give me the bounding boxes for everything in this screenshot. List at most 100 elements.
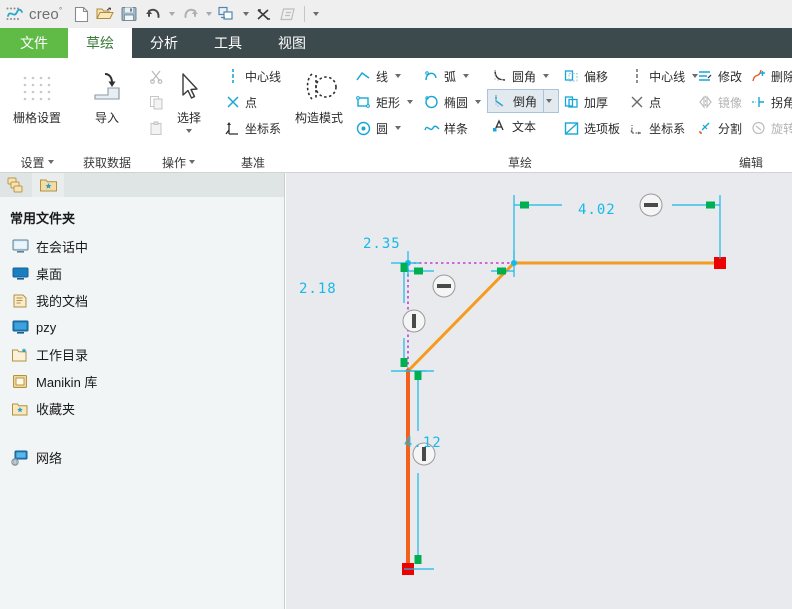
- nav-item-my-documents[interactable]: 我的文档: [0, 287, 284, 314]
- line-dropdown-icon[interactable]: [392, 74, 403, 78]
- window-icon[interactable]: [277, 3, 299, 25]
- grid-settings-icon: [19, 67, 55, 107]
- nav-item-desktop[interactable]: 桌面: [0, 260, 284, 287]
- nav-item-manikin-library[interactable]: Manikin 库: [0, 368, 284, 395]
- datum-centerline-label: 中心线: [245, 69, 282, 84]
- rectangle-label: 矩形: [376, 95, 401, 110]
- sketch-canvas[interactable]: 4.02 2.35 2.18 4.12: [286, 173, 792, 609]
- constraint-symbol-2-18[interactable]: [402, 309, 426, 333]
- constraint-symbol-2-35[interactable]: [432, 274, 456, 298]
- coordinate-system-icon: [224, 120, 241, 137]
- rectangle-dropdown-icon[interactable]: [404, 100, 415, 104]
- offset-button[interactable]: 偏移: [559, 63, 624, 89]
- sketch-column-4: 偏移 加厚 选项板: [559, 63, 624, 141]
- select-button[interactable]: 选择: [167, 63, 211, 133]
- save-icon[interactable]: [118, 3, 140, 25]
- circle-dropdown-icon[interactable]: [392, 126, 403, 130]
- constraint-symbol-horizontal[interactable]: [639, 193, 663, 217]
- sketch-point-label: 点: [649, 95, 662, 110]
- tab-sketch[interactable]: 草绘: [68, 28, 132, 58]
- ribbon-group-get-data-title: 获取数据: [74, 152, 140, 172]
- redo-dropdown-icon[interactable]: [203, 3, 214, 25]
- navigator-title: 常用文件夹: [10, 211, 76, 226]
- nav-item-favorites[interactable]: 收藏夹: [0, 395, 284, 422]
- undo-dropdown-icon[interactable]: [166, 3, 177, 25]
- paste-button[interactable]: [146, 115, 167, 141]
- select-dropdown-icon[interactable]: [186, 129, 192, 133]
- regenerate-icon[interactable]: [216, 3, 238, 25]
- fillet-button[interactable]: 圆角: [487, 63, 559, 89]
- dimension-value-4-12[interactable]: 4.12: [404, 435, 442, 451]
- fillet-dropdown-icon[interactable]: [540, 74, 551, 78]
- datum-point-button[interactable]: 点: [220, 89, 285, 115]
- folder-browser-tab[interactable]: [32, 173, 64, 197]
- nav-item-in-session[interactable]: 在会话中: [0, 233, 284, 260]
- customize-toolbar-icon[interactable]: [310, 3, 321, 25]
- dimension-value-4-02[interactable]: 4.02: [578, 202, 616, 218]
- divide-icon: [697, 120, 714, 137]
- nav-item-pzy[interactable]: pzy: [0, 314, 284, 341]
- new-file-icon[interactable]: [70, 3, 92, 25]
- import-button[interactable]: 导入: [80, 63, 134, 126]
- constraint-marker-2-18b: [400, 358, 408, 367]
- line-icon: [355, 68, 372, 85]
- tab-analysis[interactable]: 分析: [132, 28, 196, 58]
- open-file-icon[interactable]: [94, 3, 116, 25]
- select-label: 选择: [176, 111, 201, 125]
- model-tree-tab[interactable]: [0, 173, 32, 197]
- sketch-geometry[interactable]: [286, 173, 792, 609]
- dimension-value-2-18[interactable]: 2.18: [299, 281, 337, 297]
- mirror-label: 镜像: [718, 95, 743, 110]
- chamfer-button[interactable]: 倒角: [487, 89, 560, 113]
- circle-button[interactable]: 圆: [351, 115, 419, 141]
- mirror-button[interactable]: 镜像: [693, 89, 746, 115]
- spline-button[interactable]: 样条: [419, 115, 487, 141]
- dimension-value-2-35[interactable]: 2.35: [363, 236, 401, 252]
- constraint-marker-4-02: [520, 201, 529, 209]
- nav-item-network[interactable]: 网络: [0, 444, 284, 471]
- mirror-icon: [697, 94, 714, 111]
- ribbon-group-get-data: 导入 获取数据: [74, 58, 140, 172]
- line-button[interactable]: 线: [351, 63, 419, 89]
- ribbon-group-operations-title[interactable]: 操作: [140, 152, 217, 172]
- nav-item-label: 在会话中: [36, 240, 89, 255]
- divide-button[interactable]: 分割: [693, 115, 746, 141]
- cut-icon: [148, 68, 165, 85]
- tab-file[interactable]: 文件: [0, 28, 68, 58]
- ellipse-dropdown-icon[interactable]: [472, 100, 483, 104]
- construction-mode-button[interactable]: 构造模式: [295, 63, 343, 126]
- tab-tools[interactable]: 工具: [196, 28, 260, 58]
- arc-button[interactable]: 弧: [419, 63, 487, 89]
- delete-segment-button[interactable]: 删除段: [746, 63, 792, 89]
- operations-group-chevron-icon[interactable]: [189, 160, 195, 164]
- modify-button[interactable]: 修改: [693, 63, 746, 89]
- point-icon: [224, 94, 241, 111]
- corner-button[interactable]: 拐角: [746, 89, 792, 115]
- creo-logo: creo°: [4, 6, 68, 23]
- grid-settings-button[interactable]: 栅格设置: [6, 63, 68, 126]
- arc-dropdown-icon[interactable]: [460, 74, 471, 78]
- datum-centerline-button[interactable]: 中心线: [220, 63, 285, 89]
- settings-group-chevron-icon[interactable]: [47, 160, 54, 164]
- sketching-group-label: 草绘: [507, 155, 532, 170]
- rotate-resize-button[interactable]: 旋转调: [746, 115, 792, 141]
- cut-button[interactable]: [146, 63, 167, 89]
- copy-button[interactable]: [146, 89, 167, 115]
- nav-item-working-directory[interactable]: 工作目录: [0, 341, 284, 368]
- datum-csys-button[interactable]: 坐标系: [220, 115, 285, 141]
- ribbon-group-settings-title[interactable]: 设置: [0, 152, 74, 172]
- divide-label: 分割: [718, 121, 743, 136]
- tab-view[interactable]: 视图: [260, 28, 324, 58]
- redo-icon[interactable]: [179, 3, 201, 25]
- rectangle-button[interactable]: 矩形: [351, 89, 419, 115]
- undo-icon[interactable]: [142, 3, 164, 25]
- delete-segment-icon: [750, 68, 767, 85]
- close-window-icon[interactable]: [253, 3, 275, 25]
- chamfer-dropdown-icon[interactable]: [543, 90, 554, 112]
- palette-button[interactable]: 选项板: [559, 115, 624, 141]
- text-button[interactable]: 文本: [487, 113, 559, 139]
- thicken-button[interactable]: 加厚: [559, 89, 624, 115]
- ellipse-button[interactable]: 椭圆: [419, 89, 487, 115]
- construction-mode-icon: [301, 67, 337, 107]
- regenerate-dropdown-icon[interactable]: [240, 3, 251, 25]
